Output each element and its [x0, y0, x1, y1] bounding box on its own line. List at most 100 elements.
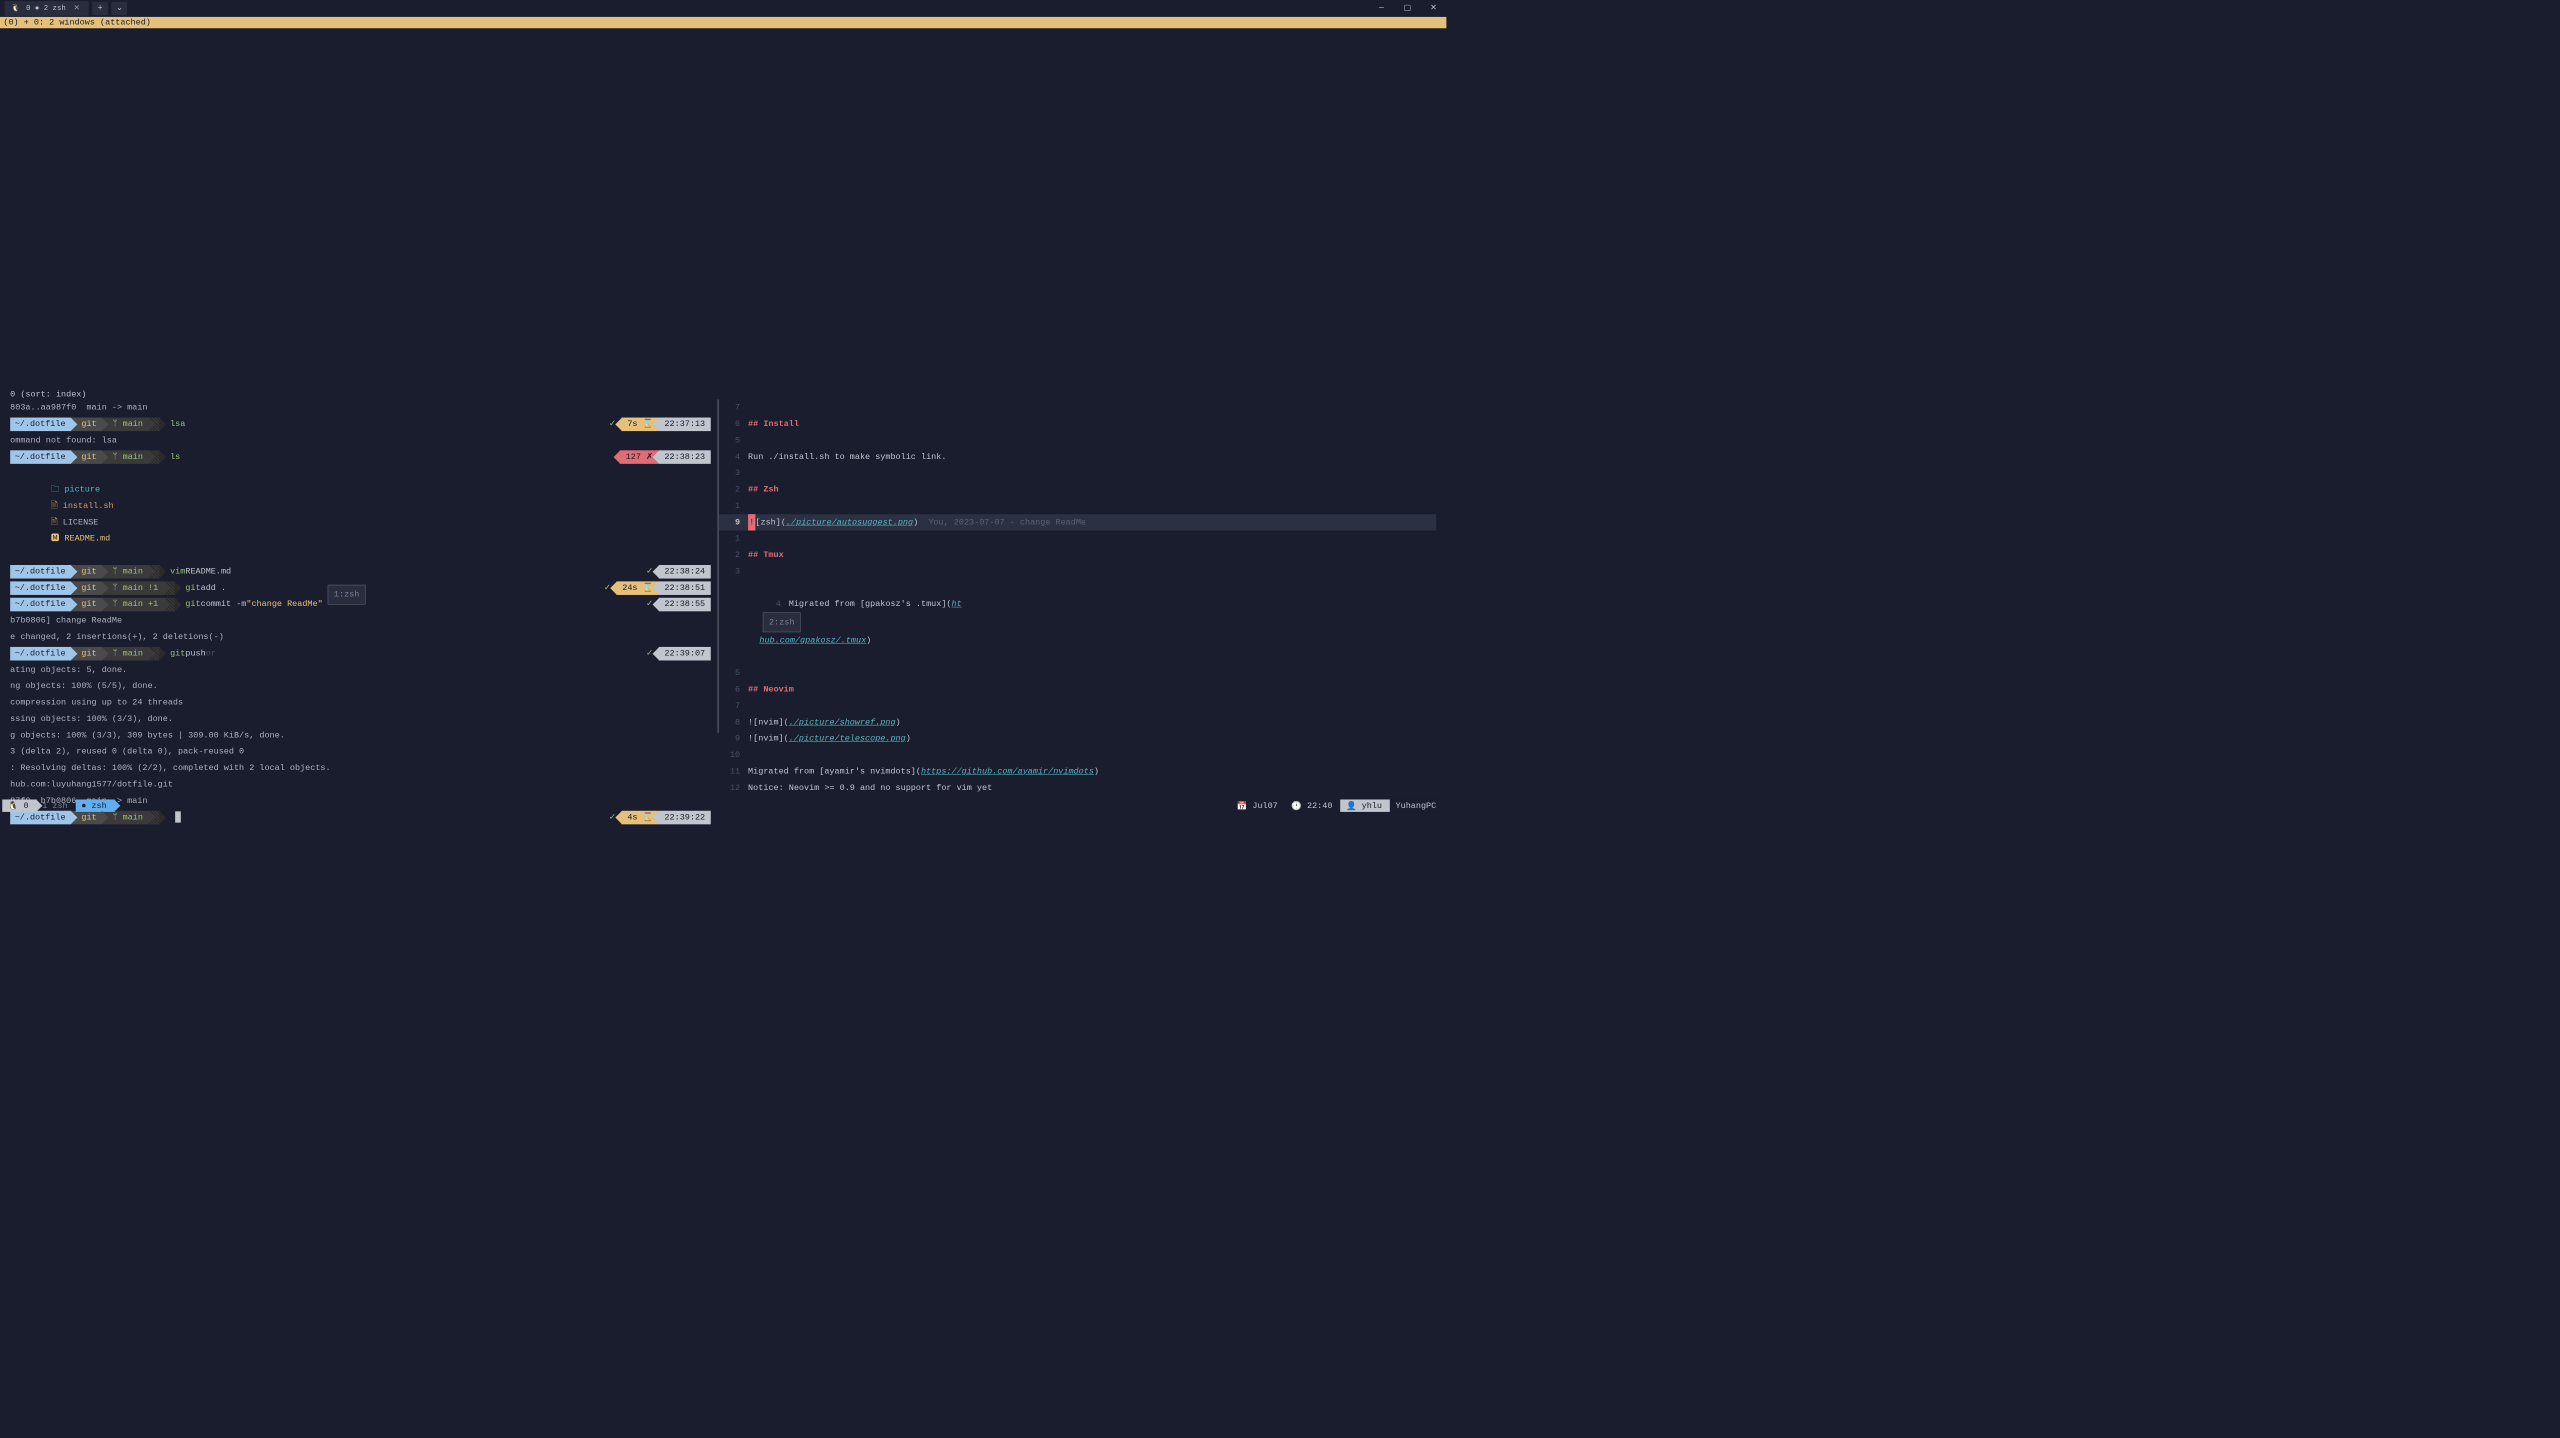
editor-line: 7: [719, 399, 1437, 415]
prompt-branch: ᛘ main: [102, 417, 148, 431]
tmux-panes: 803a..aa987f0 main -> main ~/.dotfile gi…: [0, 399, 1446, 732]
line-number: 3: [719, 563, 748, 579]
editor-line: 5: [719, 432, 1437, 448]
tmux-time: 🕐 22:40: [1286, 799, 1341, 811]
ls-file: LICENSE: [63, 518, 99, 528]
command-input[interactable]: [170, 809, 181, 825]
command-arg: commit -m: [201, 596, 247, 612]
prompt-path: ~/.dotfile: [10, 581, 71, 595]
markdown-link: ./picture/autosuggest.png: [786, 514, 913, 530]
time-badge: 22:38:55: [659, 597, 711, 611]
git-push-ref: 803a..aa987f0 main -> main: [10, 399, 717, 415]
tmux-status-right: 📅 Jul07 🕐 22:40 👤 yhlu YuhangPC: [1231, 799, 1444, 811]
editor-line: 1: [719, 531, 1437, 547]
dot-icon: ●: [81, 801, 86, 811]
editor-line: 6## Neovim: [719, 681, 1437, 697]
user-icon: 👤: [1346, 800, 1357, 811]
push-output: : Resolving deltas: 100% (2/2), complete…: [10, 760, 717, 776]
command: git: [185, 596, 200, 612]
command-arg: push: [185, 645, 205, 661]
tmux-window-2-active[interactable]: ● zsh: [76, 799, 115, 811]
tmux-window-indicator[interactable]: 1:zsh: [328, 585, 366, 605]
tmux-date: 📅 Jul07: [1231, 799, 1286, 811]
editor-line: 2## Zsh: [719, 481, 1437, 497]
tmux-session-indicator[interactable]: 🐧 0: [2, 799, 36, 811]
calendar-icon: 📅: [1237, 800, 1248, 811]
markdown-link: ./picture/showref.png: [789, 718, 896, 728]
minimize-button[interactable]: ─: [1368, 0, 1394, 17]
line-number: 4: [759, 596, 788, 612]
prompt-branch: ᛘ main +1: [102, 597, 164, 611]
ls-exe: install.sh: [63, 501, 114, 511]
window-titlebar: 🐧 0 ● 2 zsh ✕ + ⌄ ─ ▢ ✕: [0, 0, 1446, 17]
line-number: 9: [719, 731, 748, 747]
line-number: 8: [719, 714, 748, 730]
markdown-link: ht: [951, 599, 961, 609]
command: lsa: [170, 416, 185, 432]
left-pane[interactable]: 803a..aa987f0 main -> main ~/.dotfile gi…: [0, 399, 718, 732]
prompt-branch: ᛘ main: [102, 647, 148, 661]
time-badge: 22:38:51: [659, 581, 711, 595]
maximize-button[interactable]: ▢: [1394, 0, 1420, 17]
new-tab-button[interactable]: +: [92, 1, 108, 15]
file-icon: 🗎: [51, 518, 63, 528]
editor-line: 3: [719, 563, 1437, 579]
command: ls: [170, 449, 180, 465]
tab-title: 0 ● 2 zsh: [26, 4, 66, 12]
window-controls: ─ ▢ ✕: [1368, 0, 1446, 17]
editor-line: 6## Install: [719, 416, 1437, 432]
prompt-path: ~/.dotfile: [10, 565, 71, 579]
prompt-row: ~/.dotfile git ᛘ main git push or ✓ 22:3…: [10, 645, 717, 661]
terminal-area[interactable]: 0 (sort: index) 803a..aa987f0 main -> ma…: [0, 28, 1446, 799]
autosuggest: or: [206, 645, 216, 661]
editor-cursor-line[interactable]: 9 ![zsh](./picture/autosuggest.png) You,…: [719, 514, 1437, 530]
tmux-host: YuhangPC: [1390, 799, 1444, 811]
push-output: ng objects: 100% (5/5), done.: [10, 678, 717, 694]
push-output: compression using up to 24 threads: [10, 694, 717, 710]
prompt-branch: ᛘ main: [102, 450, 148, 464]
ls-dir: picture: [64, 485, 100, 495]
line-number: 2: [719, 481, 748, 497]
command-arg: README.md: [185, 563, 231, 579]
line-number: 10: [719, 747, 748, 763]
editor-line: 2## Tmux: [719, 547, 1437, 563]
prompt-path: ~/.dotfile: [10, 597, 71, 611]
editor-line: 11Migrated from [ayamir's nvimdots](http…: [719, 763, 1437, 779]
tab-close-button[interactable]: ✕: [71, 4, 82, 12]
error-output: ommand not found: lsa: [10, 432, 717, 448]
command: vim: [170, 563, 185, 579]
line-number: 11: [719, 763, 748, 779]
plus-icon: +: [98, 4, 103, 13]
command: git: [170, 645, 185, 661]
line-number: 6: [719, 416, 748, 432]
push-output: hub.com:luyuhang1577/dotfile.git: [10, 776, 717, 792]
close-button[interactable]: ✕: [1420, 0, 1446, 17]
push-output: ating objects: 5, done.: [10, 662, 717, 678]
command-arg: add .: [201, 580, 226, 596]
prompt-branch: ᛘ main: [102, 565, 148, 579]
shell-icon: 🗎: [51, 501, 63, 511]
editor-line: 4Migrated from [gpakosz's .tmux](ht 2:zs…: [719, 580, 1437, 665]
tab-dropdown-button[interactable]: ⌄: [111, 1, 127, 15]
line-number: 1: [719, 531, 748, 547]
prompt-row: ~/.dotfile git ᛘ main vim README.md ✓ 22…: [10, 563, 717, 579]
editor-line: 10: [719, 747, 1437, 763]
close-icon: ✕: [1430, 3, 1437, 13]
markdown-link: https://github.com/ayamir/nvimdots: [921, 767, 1094, 777]
empty-scrollback: [0, 28, 1446, 390]
line-number: 1: [719, 498, 748, 514]
ls-output: 🗀 picture 🗎 install.sh 🗎 LICENSE 🅼 READM…: [10, 465, 717, 563]
push-output: 3 (delta 2), reused 0 (delta 0), pack-re…: [10, 744, 717, 760]
penguin-icon: 🐧: [8, 800, 19, 811]
editor-line: 12Notice: Neovim >= 0.9 and no support f…: [719, 780, 1437, 796]
tab-group: 🐧 0 ● 2 zsh ✕ + ⌄: [0, 0, 127, 16]
tmux-window-indicator[interactable]: 2:zsh: [763, 612, 801, 632]
clock-icon: 🕐: [1291, 800, 1302, 811]
cursor: [175, 811, 181, 822]
prompt-path: ~/.dotfile: [10, 417, 71, 431]
line-number: 7: [719, 698, 748, 714]
command: git: [185, 580, 200, 596]
terminal-tab[interactable]: 🐧 0 ● 2 zsh ✕: [5, 1, 89, 16]
right-pane-editor[interactable]: 7 6## Install 5 4Run ./install.sh to mak…: [719, 399, 1447, 732]
tmux-session-status: (0) + 0: 2 windows (attached): [0, 17, 1446, 28]
